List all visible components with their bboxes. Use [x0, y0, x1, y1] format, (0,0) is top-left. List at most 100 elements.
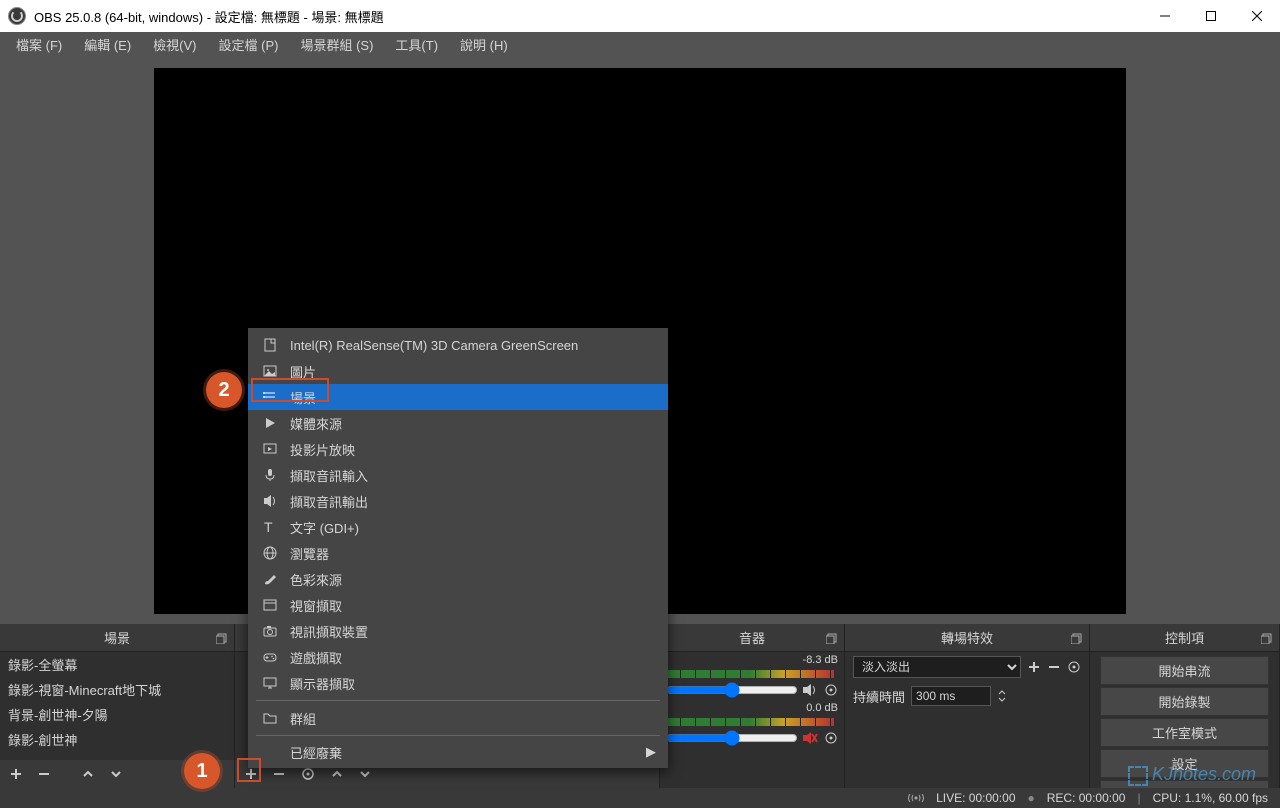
callout-1: 1: [184, 753, 220, 789]
callout-2: 2: [206, 372, 242, 408]
add-scene-button[interactable]: [6, 766, 26, 782]
controls-title: 控制項: [1165, 628, 1204, 647]
duration-label: 持續時間: [853, 687, 905, 706]
scene-item[interactable]: 背景-創世神-夕陽: [0, 702, 234, 727]
audio-meter: [666, 670, 834, 678]
menu-item-group[interactable]: 群組: [248, 705, 668, 731]
gear-icon[interactable]: [824, 683, 838, 697]
duration-spinner[interactable]: [997, 688, 1007, 704]
scene-item[interactable]: 錄影-全螢幕: [0, 652, 234, 677]
scene-down-button[interactable]: [106, 767, 126, 781]
menu-tools[interactable]: 工具(T): [387, 33, 446, 56]
start-recording-button[interactable]: 開始錄製: [1100, 687, 1269, 716]
scene-up-button[interactable]: [78, 767, 98, 781]
speaker-muted-icon[interactable]: [802, 731, 818, 745]
brush-icon: [260, 571, 280, 587]
play-icon: [260, 415, 280, 431]
duration-input[interactable]: [911, 686, 991, 706]
remove-source-button[interactable]: [269, 766, 289, 782]
menu-item-browser[interactable]: 瀏覽器: [248, 540, 668, 566]
close-button[interactable]: [1234, 0, 1280, 32]
scene-item[interactable]: 錄影-視窗-Minecraft地下城: [0, 677, 234, 702]
source-down-button[interactable]: [355, 767, 375, 781]
mixer-panel: 音器 -8.3 dB 0.0 dB: [660, 624, 845, 788]
image-icon: [260, 363, 280, 379]
monitor-icon: [260, 675, 280, 691]
transition-select[interactable]: 淡入淡出: [853, 656, 1021, 678]
transitions-title: 轉場特效: [941, 628, 993, 647]
start-streaming-button[interactable]: 開始串流: [1100, 656, 1269, 685]
highlight-scene-item: [251, 378, 329, 402]
microphone-icon: [260, 467, 280, 483]
mixer-title: 音器: [739, 628, 765, 647]
status-cpu: CPU: 1.1%, 60.00 fps: [1153, 791, 1268, 805]
menu-item-realsense[interactable]: Intel(R) RealSense(TM) 3D Camera GreenSc…: [248, 332, 668, 358]
remove-scene-button[interactable]: [34, 766, 54, 782]
transitions-undock-icon[interactable]: [1071, 632, 1083, 644]
source-up-button[interactable]: [327, 767, 347, 781]
mixer-db-label: -8.3 dB: [803, 654, 838, 666]
mixer-header: 音器: [660, 624, 844, 652]
menu-edit[interactable]: 編輯 (E): [76, 33, 139, 56]
audio-meter: [666, 718, 834, 726]
document-icon: [260, 337, 280, 353]
menu-item-video-capture[interactable]: 視訊擷取裝置: [248, 618, 668, 644]
add-transition-button[interactable]: [1027, 660, 1041, 674]
volume-slider[interactable]: [666, 730, 798, 746]
menu-view[interactable]: 檢視(V): [145, 33, 204, 56]
volume-slider[interactable]: [666, 682, 798, 698]
menubar: 檔案 (F) 編輯 (E) 檢視(V) 設定檔 (P) 場景群組 (S) 工具(…: [0, 32, 1280, 56]
menu-item-deprecated[interactable]: 已經廢棄▶: [248, 740, 668, 764]
window-icon: [260, 597, 280, 613]
remove-transition-button[interactable]: [1047, 660, 1061, 674]
menu-item-slideshow[interactable]: 投影片放映: [248, 436, 668, 462]
menu-item-display-capture[interactable]: 顯示器擷取: [248, 670, 668, 696]
maximize-button[interactable]: [1188, 0, 1234, 32]
speaker-icon: [260, 493, 280, 509]
text-icon: T: [260, 519, 280, 535]
menu-item-text[interactable]: T文字 (GDI+): [248, 514, 668, 540]
scenes-list[interactable]: 錄影-全螢幕 錄影-視窗-Minecraft地下城 背景-創世神-夕陽 錄影-創…: [0, 652, 234, 760]
transitions-panel: 轉場特效 淡入淡出 持續時間: [845, 624, 1090, 788]
status-live: LIVE: 00:00:00: [936, 791, 1015, 805]
menu-item-color[interactable]: 色彩來源: [248, 566, 668, 592]
menu-scene-collection[interactable]: 場景群組 (S): [292, 33, 381, 56]
transitions-body: 淡入淡出 持續時間: [845, 652, 1089, 788]
menu-item-media[interactable]: 媒體來源: [248, 410, 668, 436]
watermark: KJnotes.com: [1128, 764, 1256, 786]
controls-undock-icon[interactable]: [1261, 632, 1273, 644]
svg-text:T: T: [264, 519, 273, 535]
menu-item-audio-output[interactable]: 擷取音訊輸出: [248, 488, 668, 514]
submenu-arrow-icon: ▶: [646, 744, 656, 760]
transition-gear-icon[interactable]: [1067, 660, 1081, 674]
status-rec: REC: 00:00:00: [1047, 791, 1126, 805]
menu-profile[interactable]: 設定檔 (P): [211, 33, 287, 56]
studio-mode-button[interactable]: 工作室模式: [1100, 718, 1269, 747]
menu-help[interactable]: 說明 (H): [452, 33, 516, 56]
mixer-undock-icon[interactable]: [826, 632, 838, 644]
broadcast-icon: [908, 792, 924, 804]
menu-item-window-capture[interactable]: 視窗擷取: [248, 592, 668, 618]
menu-item-game-capture[interactable]: 遊戲擷取: [248, 644, 668, 670]
scenes-header: 場景: [0, 624, 234, 652]
mixer-db-label: 0.0 dB: [806, 702, 838, 714]
statusbar: LIVE: 00:00:00 ● REC: 00:00:00 | CPU: 1.…: [0, 788, 1280, 808]
highlight-add-source: [237, 758, 261, 782]
globe-icon: [260, 545, 280, 561]
titlebar: OBS 25.0.8 (64-bit, windows) - 設定檔: 無標題 …: [0, 0, 1280, 32]
gear-icon[interactable]: [824, 731, 838, 745]
camera-icon: [260, 623, 280, 639]
scenes-undock-icon[interactable]: [216, 632, 228, 644]
folder-icon: [260, 710, 280, 726]
minimize-button[interactable]: [1142, 0, 1188, 32]
window-controls: [1142, 0, 1280, 32]
slideshow-icon: [260, 441, 280, 457]
speaker-icon[interactable]: [802, 683, 818, 697]
transitions-header: 轉場特效: [845, 624, 1089, 652]
record-dot-icon: ●: [1028, 791, 1035, 805]
scene-item[interactable]: 錄影-創世神: [0, 727, 234, 752]
menu-item-audio-input[interactable]: 擷取音訊輸入: [248, 462, 668, 488]
window-title: OBS 25.0.8 (64-bit, windows) - 設定檔: 無標題 …: [34, 7, 384, 26]
menu-file[interactable]: 檔案 (F): [8, 33, 70, 56]
mixer-body: -8.3 dB 0.0 dB: [660, 652, 844, 788]
